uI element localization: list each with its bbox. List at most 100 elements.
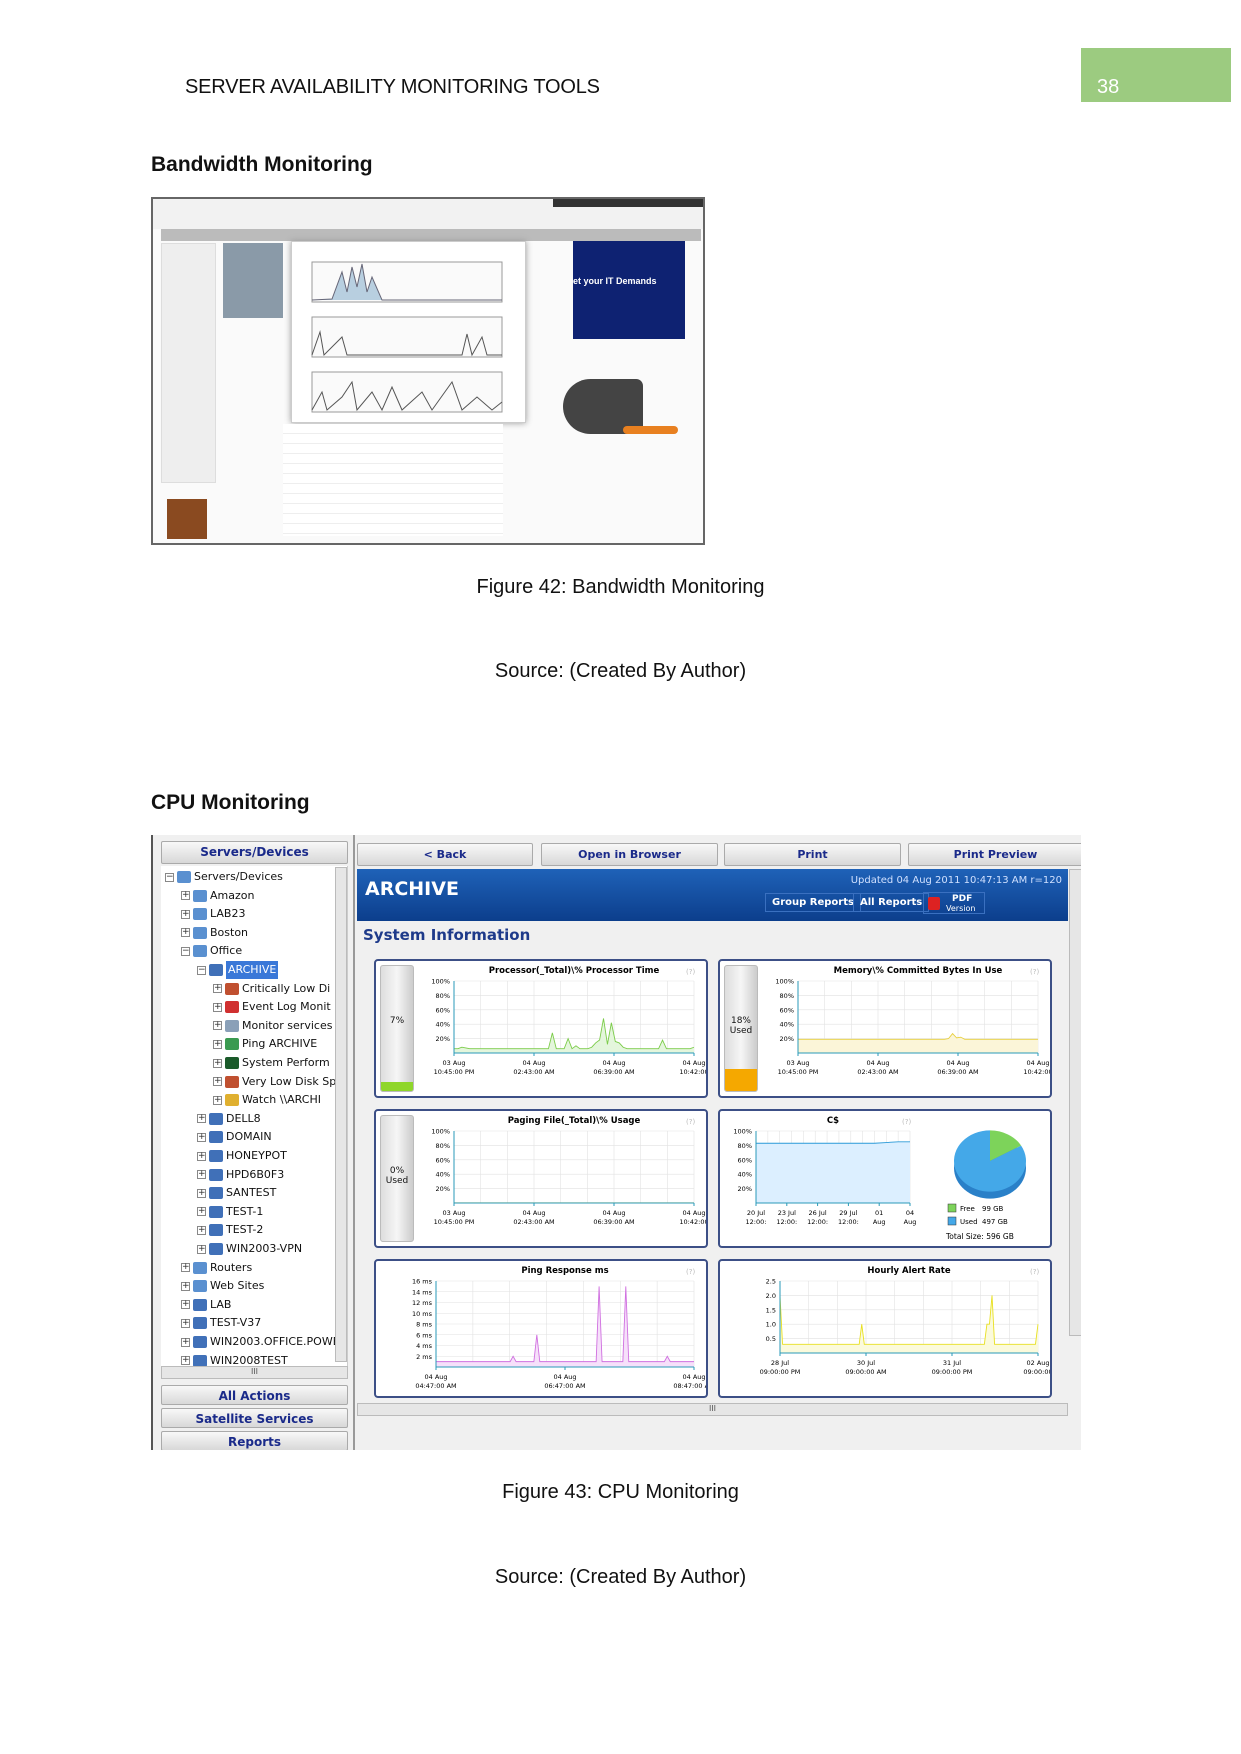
- tree-item[interactable]: + TEST-1: [197, 1203, 263, 1221]
- expand-icon[interactable]: +: [213, 1002, 222, 1012]
- tree-item[interactable]: − ARCHIVE: [197, 961, 279, 979]
- pdf-version-button[interactable]: PDF Version: [923, 892, 985, 914]
- tree-item[interactable]: + LAB23: [181, 905, 245, 923]
- tree-item[interactable]: + WIN2003.OFFICE.POWE: [181, 1333, 340, 1351]
- x-tick-label: 08:47:00 AM: [673, 1382, 706, 1390]
- tree-item[interactable]: − Office: [181, 942, 242, 960]
- expand-icon[interactable]: +: [213, 1095, 222, 1105]
- expand-icon[interactable]: +: [197, 1225, 206, 1235]
- expand-icon[interactable]: +: [197, 1244, 206, 1254]
- collapse-icon[interactable]: −: [165, 872, 174, 882]
- tree-item[interactable]: + SANTEST: [197, 1184, 276, 1202]
- back-button[interactable]: < Back: [357, 843, 533, 866]
- splitter[interactable]: [353, 835, 355, 1450]
- x-tick-label: Aug: [904, 1218, 917, 1226]
- expand-icon[interactable]: +: [213, 1039, 222, 1049]
- x-tick-label: 06:39:00 AM: [593, 1218, 634, 1226]
- help-icon[interactable]: (?): [1030, 968, 1039, 976]
- chart-svg: Memory\% Committed Bytes In Use (?) 100% 80…: [775, 966, 1050, 1076]
- cpu-monitoring-screenshot: Servers/Devices − Servers/Devices + Amazon +…: [151, 835, 1081, 1450]
- tree-item[interactable]: + WIN2003-VPN: [197, 1240, 302, 1258]
- tree-item[interactable]: + TEST-V37: [181, 1314, 261, 1332]
- tree-item[interactable]: + DELL8: [197, 1110, 261, 1128]
- expand-icon[interactable]: +: [181, 891, 190, 901]
- expand-icon[interactable]: +: [197, 1170, 206, 1180]
- tree-horizontal-scrollbar[interactable]: III: [161, 1366, 348, 1379]
- ping-icon: [225, 1038, 239, 1051]
- expand-icon[interactable]: +: [181, 1318, 190, 1328]
- satellite-services-button[interactable]: Satellite Services: [161, 1408, 348, 1428]
- help-icon[interactable]: (?): [1030, 1268, 1039, 1276]
- x-tick-label: 03 Aug: [786, 1059, 809, 1067]
- open-in-browser-button[interactable]: Open in Browser: [541, 843, 718, 866]
- expand-icon[interactable]: +: [181, 1263, 190, 1273]
- tree-item[interactable]: + Watch \\ARCHI: [213, 1091, 321, 1109]
- tree-item[interactable]: + LAB: [181, 1296, 231, 1314]
- x-tick-label: 12:00:: [838, 1218, 859, 1226]
- expand-icon[interactable]: +: [181, 1337, 190, 1347]
- expand-icon[interactable]: +: [197, 1114, 206, 1124]
- expand-icon[interactable]: +: [181, 928, 190, 938]
- tree-item[interactable]: + Event Log Monit: [213, 998, 331, 1016]
- main-vertical-scrollbar[interactable]: [1069, 869, 1081, 1336]
- help-icon[interactable]: (?): [686, 1118, 695, 1126]
- expand-icon[interactable]: +: [213, 1058, 222, 1068]
- print-button[interactable]: Print: [724, 843, 901, 866]
- help-icon[interactable]: (?): [686, 968, 695, 976]
- tree-item[interactable]: + Web Sites: [181, 1277, 264, 1295]
- all-actions-button[interactable]: All Actions: [161, 1385, 348, 1405]
- section-heading-cpu: CPU Monitoring: [151, 791, 310, 814]
- tree-item[interactable]: + HONEYPOT: [197, 1147, 287, 1165]
- all-reports-button[interactable]: All Reports: [853, 893, 930, 912]
- tree-item[interactable]: + DOMAIN: [197, 1128, 272, 1146]
- help-icon[interactable]: (?): [902, 1118, 911, 1126]
- reports-button[interactable]: Reports: [161, 1431, 348, 1450]
- expand-icon[interactable]: +: [197, 1188, 206, 1198]
- expand-icon[interactable]: +: [181, 1300, 190, 1310]
- tree-item[interactable]: − Servers/Devices: [165, 868, 283, 886]
- tree-item[interactable]: + Amazon: [181, 887, 254, 905]
- server-icon: [209, 1205, 223, 1218]
- collapse-icon[interactable]: −: [197, 965, 206, 975]
- tree-item[interactable]: + Boston: [181, 924, 248, 942]
- tree-item[interactable]: + System Perform: [213, 1054, 330, 1072]
- tree-item[interactable]: + Monitor services: [213, 1017, 332, 1035]
- tree-item-label: Office: [210, 944, 243, 958]
- bandwidth-monitoring-screenshot: et your IT Demands: [151, 197, 705, 545]
- series-area: [454, 1018, 694, 1053]
- tree-item[interactable]: + Very Low Disk Sp: [213, 1073, 336, 1091]
- tree-item-label: TEST-2: [226, 1223, 264, 1237]
- tree-item[interactable]: + Critically Low Di: [213, 980, 330, 998]
- chart-title: Memory\% Committed Bytes In Use: [834, 966, 1003, 976]
- expand-icon[interactable]: +: [197, 1132, 206, 1142]
- x-tick-label: 04 Aug: [682, 1209, 705, 1217]
- ad-button: [623, 426, 678, 434]
- tree-item[interactable]: + Routers: [181, 1259, 252, 1277]
- tree-item[interactable]: + Ping ARCHIVE: [213, 1035, 317, 1053]
- y-tick-label: 100%: [431, 1128, 450, 1136]
- expand-icon[interactable]: +: [213, 1077, 222, 1087]
- help-icon[interactable]: (?): [686, 1268, 695, 1276]
- tree-vertical-scrollbar[interactable]: [335, 867, 347, 1362]
- expand-icon[interactable]: +: [213, 984, 222, 994]
- tree-item[interactable]: + TEST-2: [197, 1221, 263, 1239]
- tree-item[interactable]: + WIN2008TEST: [181, 1352, 288, 1366]
- expand-icon[interactable]: +: [197, 1207, 206, 1217]
- expand-icon[interactable]: +: [181, 909, 190, 919]
- expand-icon[interactable]: +: [213, 1021, 222, 1031]
- expand-icon[interactable]: +: [181, 1356, 190, 1366]
- servers-devices-header[interactable]: Servers/Devices: [161, 841, 348, 864]
- print-preview-button[interactable]: Print Preview: [908, 843, 1081, 866]
- tree-item-label: HPD6B0F3: [226, 1167, 285, 1181]
- x-tick-label: 09:00:00: [1023, 1368, 1050, 1376]
- chart-panel: Ping Response ms (?) 16 ms 14 ms 12 ms 10 ms 8…: [374, 1259, 708, 1398]
- expand-icon[interactable]: +: [181, 1281, 190, 1291]
- server-icon: [193, 1336, 207, 1348]
- figure-42-caption: Figure 42: Bandwidth Monitoring: [476, 576, 765, 598]
- group-reports-button[interactable]: Group Reports: [765, 893, 861, 912]
- tree-item[interactable]: + HPD6B0F3: [197, 1166, 284, 1184]
- collapse-icon[interactable]: −: [181, 946, 190, 956]
- x-tick-label: 10:45:00 PM: [778, 1068, 819, 1076]
- main-horizontal-scrollbar[interactable]: III: [357, 1403, 1068, 1416]
- expand-icon[interactable]: +: [197, 1151, 206, 1161]
